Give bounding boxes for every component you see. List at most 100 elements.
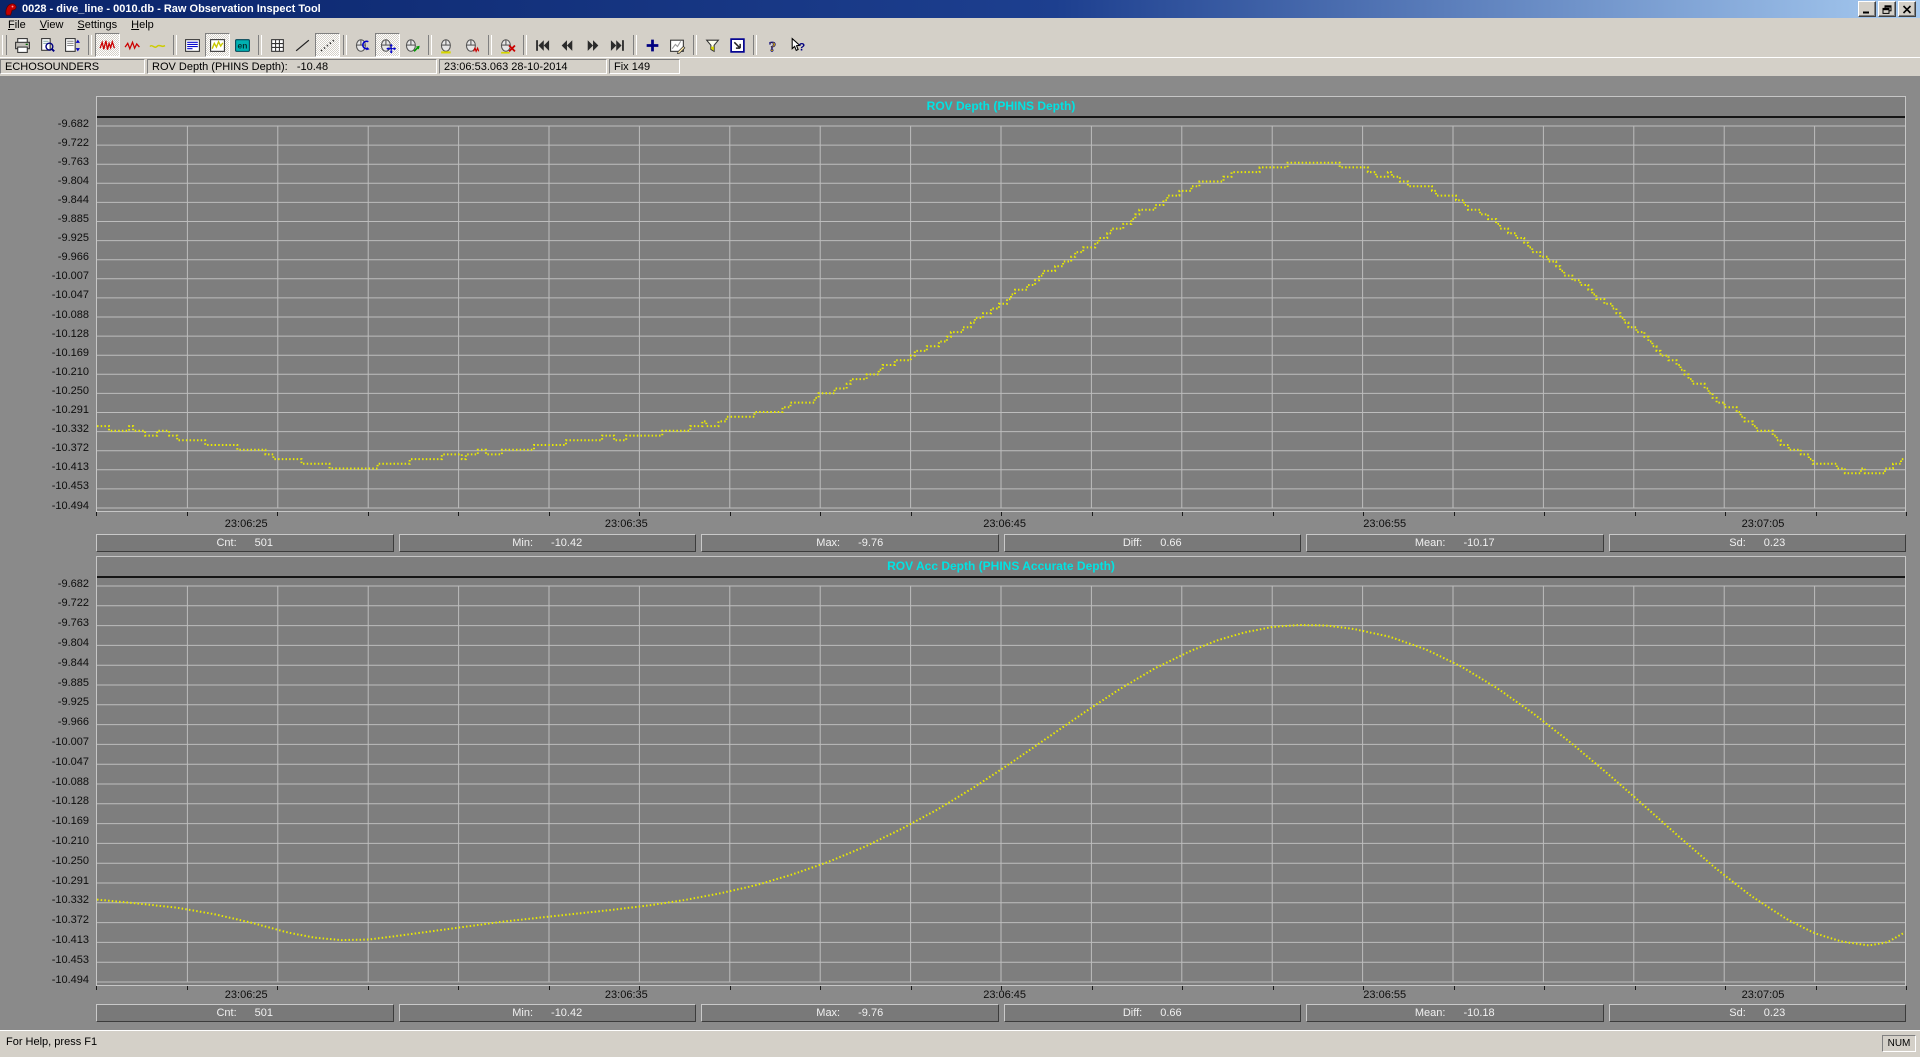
toolbar-separator (633, 35, 637, 55)
y-axis-labels: -9.682-9.722-9.763-9.804-9.844-9.885-9.9… (0, 116, 92, 510)
y-tick-label: -9.722 (0, 597, 89, 609)
solid-line-icon[interactable] (290, 33, 315, 57)
engineering-view-icon[interactable]: en (230, 33, 255, 57)
nav-prev-icon[interactable] (555, 33, 580, 57)
x-tick-mark (1182, 986, 1183, 990)
menu-view[interactable]: View (33, 18, 71, 33)
y-tick-label: -10.169 (0, 347, 89, 359)
svg-text:en: en (238, 40, 248, 50)
app-window: { "window": { "title": "0028 - dive_line… (0, 0, 1920, 1056)
y-tick-label: -10.250 (0, 385, 89, 397)
x-tick-label: 23:06:35 (605, 518, 648, 530)
dotted-line-icon[interactable] (315, 33, 340, 57)
chart-plot-area[interactable] (97, 118, 1905, 512)
toolbar-separator (343, 35, 347, 55)
stat-mean: Mean:-10.17 (1306, 534, 1604, 552)
edit-observation-icon[interactable] (665, 33, 690, 57)
mouse-accept-icon[interactable] (435, 33, 460, 57)
close-button[interactable] (1898, 1, 1916, 17)
depth-curve (97, 118, 1905, 512)
chart-plot-area[interactable] (97, 578, 1905, 986)
y-tick-label: -10.372 (0, 914, 89, 926)
menu-settings[interactable]: Settings (70, 18, 124, 33)
status-help-text: For Help, press F1 (6, 1036, 97, 1048)
toolbar-grip[interactable] (2, 35, 7, 55)
stat-label: Sd: (1729, 536, 1746, 551)
x-tick-label: 23:06:25 (225, 989, 268, 1001)
record-list-icon[interactable] (60, 33, 85, 57)
stat-label: Sd: (1729, 1006, 1746, 1021)
minimize-button[interactable] (1858, 1, 1876, 17)
x-tick-label: 23:06:55 (1363, 989, 1406, 1001)
mouse-pan-icon[interactable] (375, 33, 400, 57)
stat-value: -10.42 (551, 536, 582, 551)
mouse-delete-icon[interactable] (495, 33, 520, 57)
graph-view-icon[interactable] (205, 33, 230, 57)
y-tick-label: -9.966 (0, 716, 89, 728)
content-area: -9.682-9.722-9.763-9.804-9.844-9.885-9.9… (0, 76, 1920, 1030)
raw-plot-icon[interactable] (95, 33, 120, 57)
grid-icon[interactable] (265, 33, 290, 57)
filtered-plot-icon[interactable] (120, 33, 145, 57)
y-tick-label: -10.413 (0, 461, 89, 473)
observation-group-field: ECHOSOUNDERS (0, 59, 145, 74)
menu-help[interactable]: Help (124, 18, 161, 33)
y-tick-label: -9.885 (0, 677, 89, 689)
stat-label: Mean: (1415, 1006, 1446, 1021)
y-tick-label: -10.210 (0, 366, 89, 378)
x-tick-mark (1544, 512, 1545, 516)
restore-button[interactable] (1878, 1, 1896, 17)
x-tick-label: 23:07:05 (1742, 518, 1785, 530)
x-tick-mark (277, 512, 278, 516)
stat-value: -10.18 (1463, 1006, 1494, 1021)
text-view-icon[interactable] (180, 33, 205, 57)
y-tick-label: -9.804 (0, 637, 89, 649)
stat-cnt: Cnt:501 (96, 534, 394, 552)
x-tick-mark (1816, 986, 1817, 990)
title-bar[interactable]: 0028 - dive_line - 0010.db - Raw Observa… (0, 0, 1920, 18)
toolbar-separator (693, 35, 697, 55)
stat-value: 0.23 (1764, 1006, 1785, 1021)
x-tick-label: 23:06:35 (605, 989, 648, 1001)
chart-panel: ROV Acc Depth (PHINS Accurate Depth) (96, 556, 1906, 986)
x-tick-mark (1816, 512, 1817, 516)
x-tick-mark (1273, 986, 1274, 990)
filter-icon[interactable] (700, 33, 725, 57)
stat-cnt: Cnt:501 (96, 1004, 394, 1022)
nav-first-icon[interactable] (530, 33, 555, 57)
fix-number-field: Fix 149 (609, 59, 680, 74)
depth-curve (97, 578, 1905, 986)
x-axis-labels: 23:06:2523:06:3523:06:4523:06:5523:07:05 (96, 512, 1906, 534)
export-icon[interactable] (725, 33, 750, 57)
x-tick-mark (1725, 986, 1726, 990)
print-preview-icon[interactable] (35, 33, 60, 57)
mouse-zoom-icon[interactable] (400, 33, 425, 57)
menu-file[interactable]: File (1, 18, 33, 33)
nav-last-icon[interactable] (605, 33, 630, 57)
y-tick-label: -10.128 (0, 328, 89, 340)
y-tick-label: -10.332 (0, 894, 89, 906)
y-tick-label: -9.844 (0, 657, 89, 669)
print-icon[interactable] (10, 33, 35, 57)
stat-value: -9.76 (858, 536, 883, 551)
x-tick-mark (911, 986, 912, 990)
toolbar: en?? (0, 33, 1920, 58)
mouse-reject-icon[interactable] (460, 33, 485, 57)
y-tick-label: -9.682 (0, 578, 89, 590)
y-tick-label: -10.372 (0, 442, 89, 454)
x-tick-mark (1182, 512, 1183, 516)
y-tick-label: -10.210 (0, 835, 89, 847)
stat-label: Min: (512, 536, 533, 551)
fix-time-field: 23:06:53.063 28-10-2014 (439, 59, 607, 74)
mouse-rotate-icon[interactable] (350, 33, 375, 57)
status-bar: For Help, press F1 NUM (0, 1030, 1920, 1057)
add-icon[interactable] (640, 33, 665, 57)
stat-label: Mean: (1415, 536, 1446, 551)
nav-next-icon[interactable] (580, 33, 605, 57)
x-axis-labels: 23:06:2523:06:3523:06:4523:06:5523:07:05 (96, 986, 1906, 1004)
y-tick-label: -10.494 (0, 500, 89, 512)
chart-stats-bar: Cnt:501Min:-10.42Max:-9.76Diff:0.66Mean:… (96, 1004, 1906, 1022)
accepted-plot-icon[interactable] (145, 33, 170, 57)
help-icon[interactable]: ? (760, 33, 785, 57)
context-help-icon[interactable]: ? (785, 33, 810, 57)
